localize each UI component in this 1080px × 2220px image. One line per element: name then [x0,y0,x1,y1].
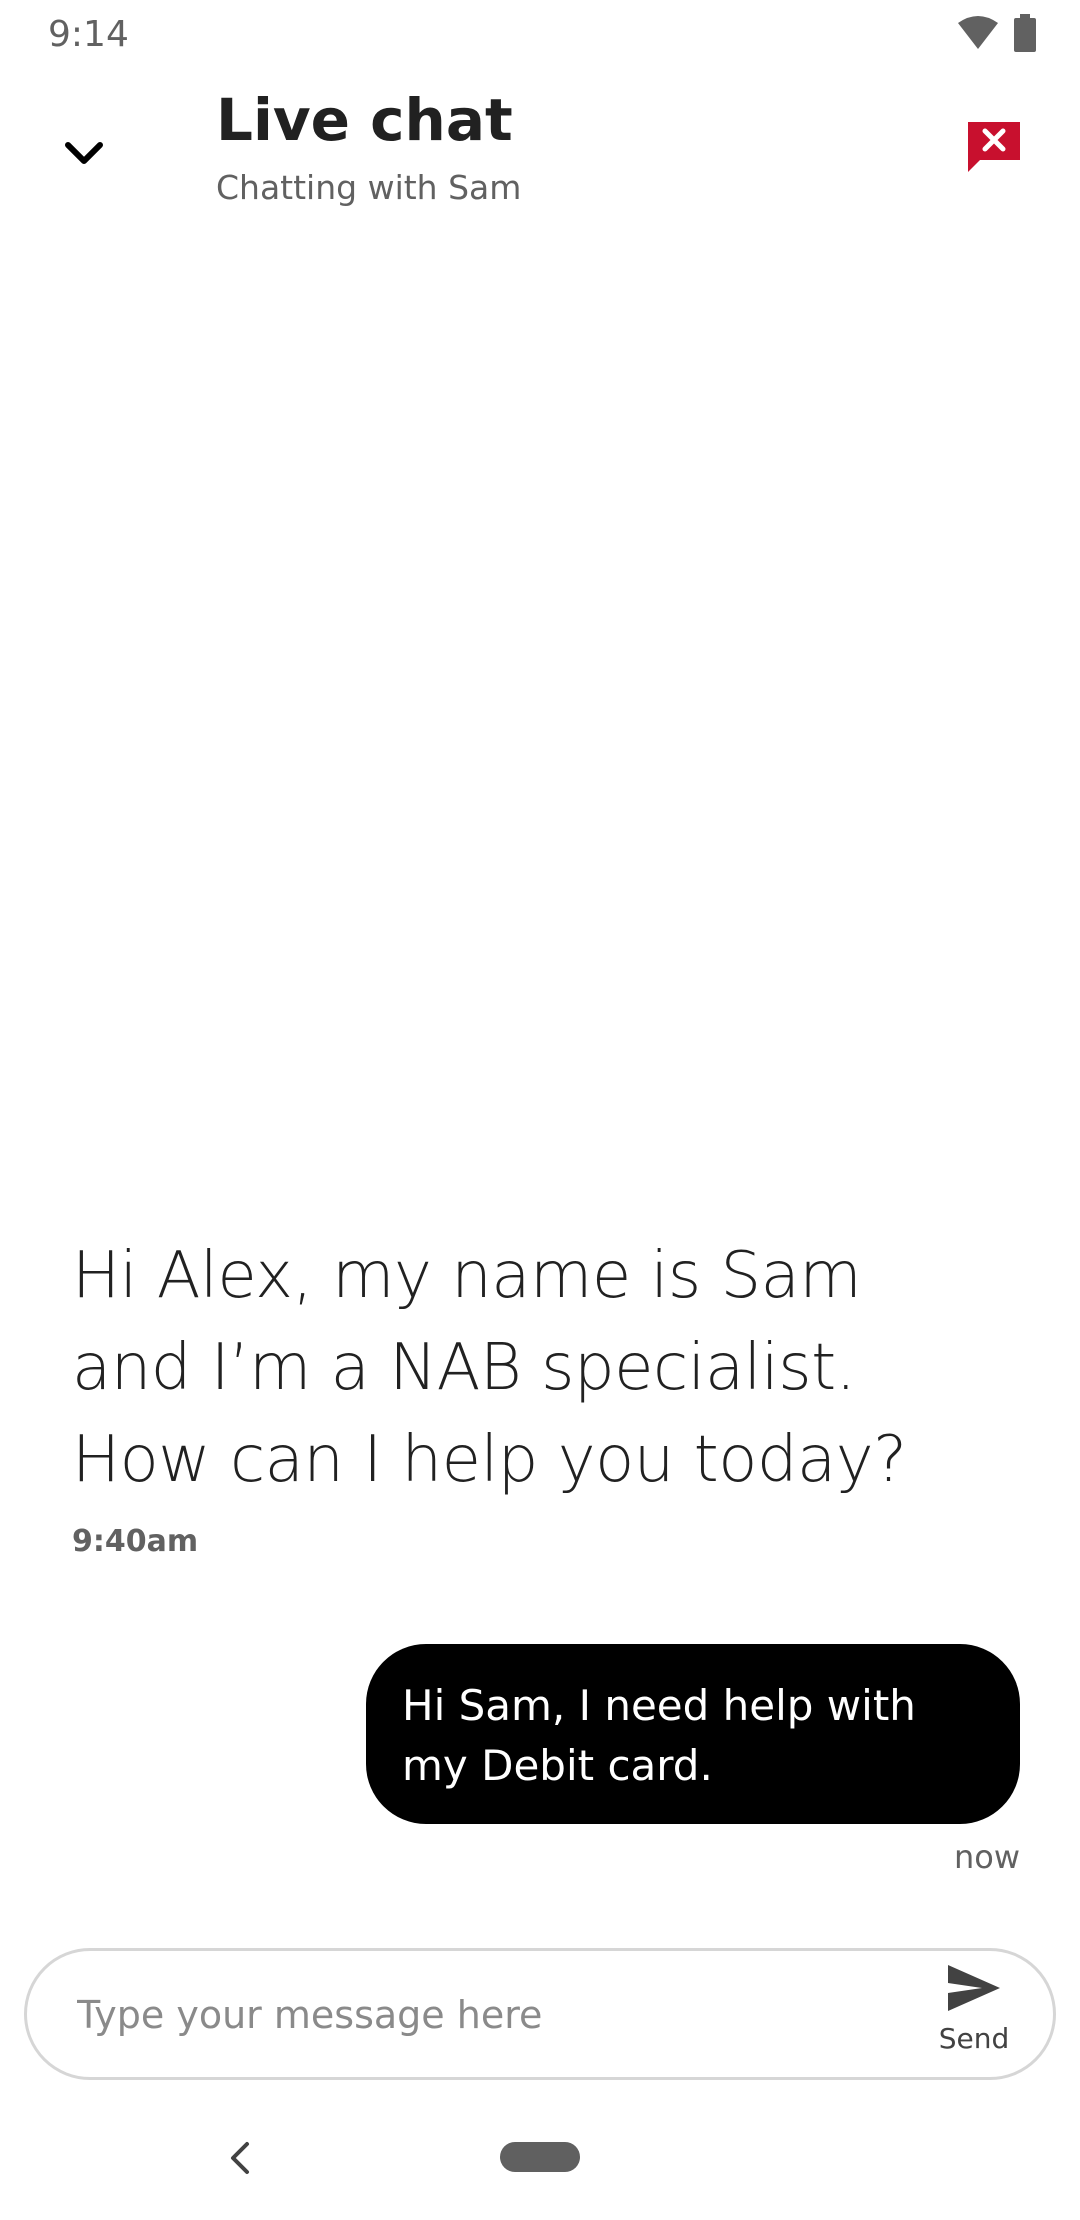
agent-message: Hi Alex, my name is Sam and I’m a NAB sp… [72,1239,907,1497]
live-chat-screen: 9:14 Live chat Chatting with Sam Hi Alex… [0,0,1080,2220]
back-button[interactable] [220,2136,260,2184]
agent-message-time: 9:40am [72,1524,199,1559]
user-message-time: now [953,1838,1020,1876]
collapse-button[interactable] [44,116,124,196]
end-chat-icon [966,120,1022,177]
chat-header: Live chat Chatting with Sam [0,66,1080,226]
status-icons [956,14,1036,57]
user-message-bubble: Hi Sam, I need help with my Debit card. [366,1644,1020,1824]
message-input[interactable] [77,1979,877,2051]
page-title: Live chat [216,86,513,154]
chat-subtitle: Chatting with Sam [216,168,522,207]
chevron-down-icon [64,141,104,172]
back-icon [229,2141,251,2180]
send-icon [946,1963,1002,2018]
status-bar: 9:14 [0,0,1080,66]
status-time: 9:14 [48,14,129,55]
end-chat-button[interactable] [960,114,1028,182]
send-label: Send [938,2022,1010,2055]
wifi-icon [956,15,1000,56]
message-composer: Send [24,1948,1056,2080]
battery-icon [1014,14,1036,57]
system-nav-bar [0,2100,1080,2220]
home-pill-icon[interactable] [500,2142,580,2172]
send-button[interactable]: Send [919,1963,1029,2071]
